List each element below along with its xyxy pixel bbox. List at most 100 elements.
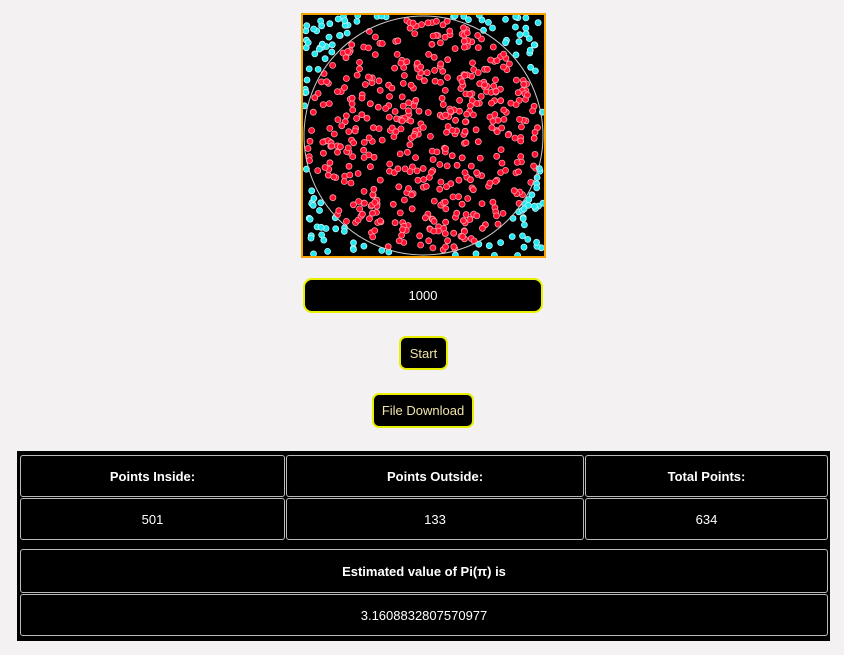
inside-point <box>444 123 452 130</box>
outside-point <box>484 19 492 26</box>
inside-point <box>488 124 496 131</box>
inside-point <box>416 232 423 240</box>
inside-point <box>489 43 497 51</box>
outside-point <box>309 201 317 209</box>
inside-point <box>406 141 414 149</box>
inside-point <box>374 103 382 111</box>
inside-point <box>329 62 337 69</box>
outside-point <box>378 15 385 20</box>
inside-point <box>326 159 334 167</box>
inside-point <box>505 60 513 68</box>
inside-point <box>345 128 353 135</box>
outside-point <box>520 243 528 251</box>
outside-point <box>336 32 343 39</box>
inside-point <box>329 194 337 202</box>
outside-point <box>343 29 351 37</box>
inside-point <box>473 212 481 220</box>
start-button[interactable]: Start <box>399 336 448 370</box>
outside-point <box>317 17 325 25</box>
outside-point <box>464 16 472 24</box>
inside-point <box>442 243 450 251</box>
outside-point <box>530 41 538 49</box>
inside-point <box>376 176 384 184</box>
outside-point <box>354 15 362 19</box>
inside-point <box>417 63 425 71</box>
inside-point <box>385 113 393 121</box>
inside-point <box>488 99 495 107</box>
inside-point <box>425 51 432 58</box>
outside-point <box>308 187 316 195</box>
inside-point <box>474 69 482 76</box>
inside-point <box>450 229 458 237</box>
inside-point <box>391 219 399 227</box>
inside-point <box>304 145 312 152</box>
outside-point <box>350 239 357 247</box>
inside-point <box>395 237 403 245</box>
outside-point <box>303 22 311 30</box>
inside-point <box>531 150 539 158</box>
inside-point <box>439 101 447 108</box>
outside-point <box>528 191 536 199</box>
outside-point <box>489 24 496 32</box>
inside-point <box>453 209 461 217</box>
outside-point <box>306 215 314 223</box>
inside-point <box>437 178 445 186</box>
inside-point <box>449 193 457 201</box>
inside-point <box>436 185 444 193</box>
inside-point <box>389 200 397 208</box>
inside-point <box>382 105 389 112</box>
outside-point <box>524 235 532 243</box>
inside-point <box>498 124 506 132</box>
inside-point <box>334 148 341 156</box>
inside-point <box>487 56 495 64</box>
inside-point <box>472 126 480 134</box>
results-table: Points Inside: Points Outside: Total Poi… <box>17 451 830 641</box>
inside-point <box>436 161 444 168</box>
inside-point <box>529 107 537 115</box>
inside-point <box>469 111 477 119</box>
inside-point <box>441 230 449 238</box>
outside-point <box>353 18 361 25</box>
inside-point <box>500 50 508 58</box>
inside-point <box>348 94 356 102</box>
inside-point <box>430 227 438 235</box>
inside-point <box>347 179 355 187</box>
file-download-button[interactable]: File Download <box>372 393 474 428</box>
outside-point <box>533 184 541 192</box>
inside-point <box>456 97 464 104</box>
inside-point <box>366 100 374 108</box>
inside-point <box>407 117 415 125</box>
inside-point <box>444 74 451 81</box>
inside-point <box>512 76 520 84</box>
inside-point <box>371 51 379 58</box>
outside-point <box>472 250 480 256</box>
inside-point <box>430 197 438 205</box>
inside-point <box>430 217 438 225</box>
inside-point <box>405 107 412 115</box>
inside-point <box>341 84 348 91</box>
inside-point <box>409 19 417 27</box>
inside-point <box>433 148 441 156</box>
inside-point <box>370 124 377 132</box>
inside-point <box>443 162 451 170</box>
total-points-header: Total Points: <box>585 455 828 497</box>
inside-point <box>340 178 348 185</box>
inside-point <box>446 27 454 35</box>
inside-point <box>386 93 393 100</box>
inside-point <box>428 40 436 48</box>
points-count-input[interactable] <box>303 278 543 313</box>
outside-point <box>514 252 521 256</box>
inside-point <box>497 146 505 154</box>
inside-point <box>314 167 322 175</box>
outside-point <box>491 252 498 256</box>
outside-point <box>325 33 333 41</box>
outside-point <box>316 207 323 214</box>
inside-point <box>432 17 440 25</box>
inside-point <box>461 127 469 135</box>
inside-point <box>531 128 539 136</box>
outside-point <box>310 250 317 256</box>
outside-point <box>519 215 527 223</box>
inside-point <box>499 209 507 217</box>
inside-point <box>344 144 352 152</box>
inside-point <box>524 91 531 99</box>
